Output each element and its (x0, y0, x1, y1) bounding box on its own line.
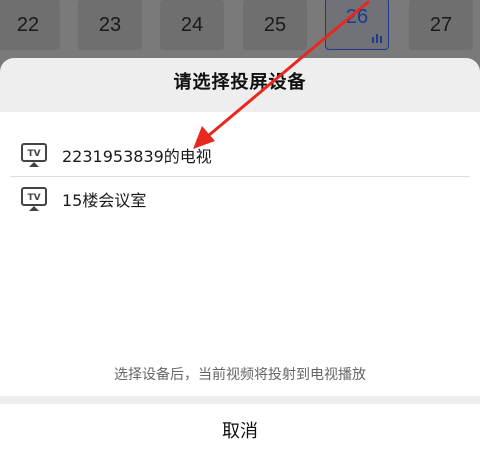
episode-number: 22 (16, 13, 40, 36)
episode-number: 27 (429, 13, 453, 36)
episode-number: 25 (263, 13, 287, 36)
device-item-meeting-room[interactable]: TV 15楼会议室 (0, 178, 480, 220)
device-label: 15楼会议室 (62, 191, 147, 210)
sheet-header: 请选择投屏设备 (0, 58, 480, 104)
episode-number: 26 (345, 6, 369, 28)
tv-cast-icon: TV (21, 187, 47, 211)
svg-text:TV: TV (27, 149, 40, 159)
sheet-title: 请选择投屏设备 (173, 72, 307, 93)
playing-bars-icon (372, 34, 382, 43)
episode-25[interactable]: 25 (243, 0, 307, 50)
cancel-button[interactable]: 取消 (0, 404, 480, 456)
episode-number: 23 (98, 13, 122, 36)
cast-device-sheet: 请选择投屏设备 TV 2231953839的电视 TV 15楼会议室 选择设备后… (0, 58, 480, 456)
episode-23[interactable]: 23 (78, 0, 142, 50)
cancel-label: 取消 (222, 421, 258, 442)
episode-strip: 22 23 24 25 26 27 (0, 0, 480, 60)
device-divider (10, 176, 470, 177)
episode-22[interactable]: 22 (0, 0, 60, 50)
episode-26-current[interactable]: 26 (325, 0, 389, 50)
episode-number: 24 (180, 13, 204, 36)
device-list: TV 2231953839的电视 TV 15楼会议室 选择设备后，当前视频将投射… (0, 112, 480, 396)
episode-27[interactable]: 27 (409, 0, 473, 50)
device-item-tv[interactable]: TV 2231953839的电视 (0, 134, 480, 176)
episode-24[interactable]: 24 (160, 0, 224, 50)
device-label: 2231953839的电视 (62, 147, 212, 166)
svg-text:TV: TV (27, 193, 40, 203)
cast-hint-text: 选择设备后，当前视频将投射到电视播放 (114, 367, 366, 383)
tv-cast-icon: TV (21, 143, 47, 167)
